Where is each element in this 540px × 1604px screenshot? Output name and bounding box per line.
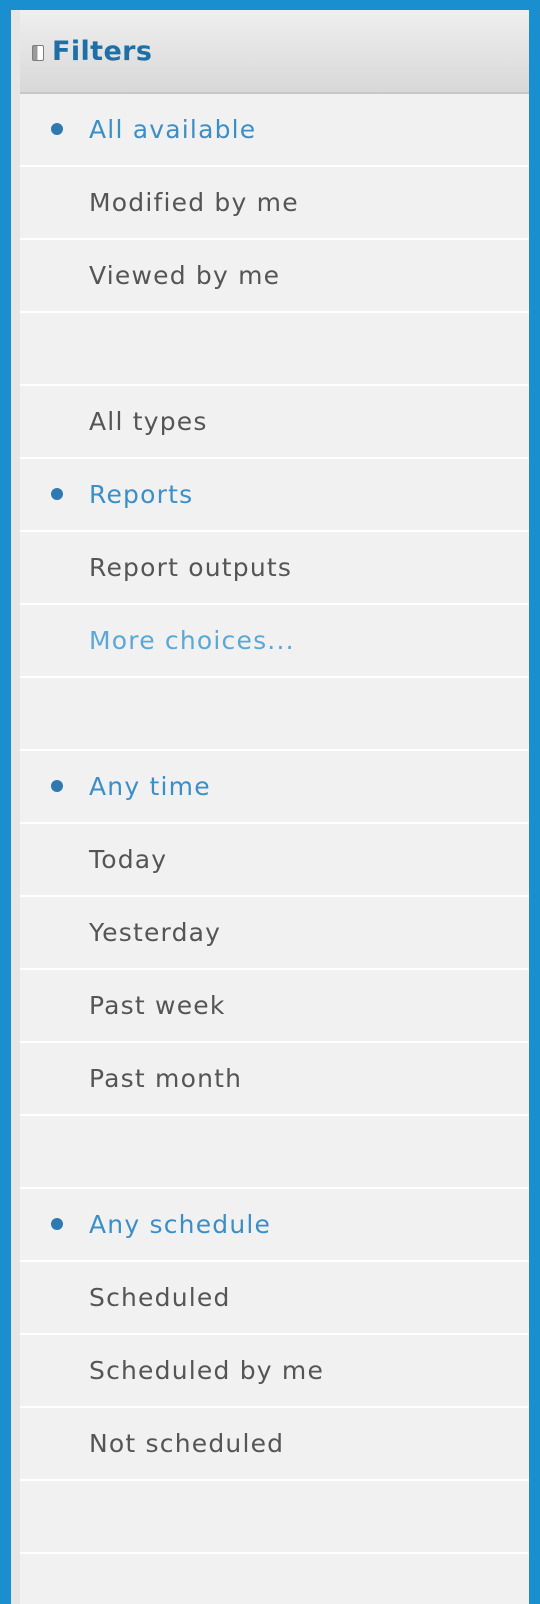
filter-label: Past week [89,991,226,1020]
filter-label: Report outputs [89,553,293,582]
filter-not-scheduled[interactable]: Not scheduled [20,1408,529,1481]
group-separator [20,1481,529,1554]
filter-label: Scheduled by me [89,1356,325,1385]
filter-any-time[interactable]: Any time [20,751,529,824]
filters-title: Filters [52,35,153,67]
filter-modified-by-me[interactable]: Modified by me [20,167,529,240]
selected-bullet-icon [51,122,63,135]
filter-label: Reports [89,480,194,509]
filter-label: Viewed by me [89,261,281,290]
filter-list: All available Modified by me Viewed by m… [20,94,529,1554]
selected-bullet-icon [51,779,63,792]
filter-label: Today [89,845,168,874]
filter-label: Yesterday [89,918,222,947]
filter-scheduled[interactable]: Scheduled [20,1262,529,1335]
filter-more-choices-link[interactable]: More choices... [20,605,529,678]
selected-bullet-icon [51,1217,63,1230]
filter-scheduled-by-me[interactable]: Scheduled by me [20,1335,529,1408]
filter-all-available[interactable]: All available [20,94,529,167]
filter-report-outputs[interactable]: Report outputs [20,532,529,605]
filter-label: Modified by me [89,188,299,217]
filters-header[interactable]: Filters [20,10,529,94]
filters-panel: Filters All available Modified by me Vie… [11,10,529,1604]
filter-yesterday[interactable]: Yesterday [20,897,529,970]
filter-label: Any schedule [89,1210,272,1239]
filter-label: Any time [89,772,211,801]
selected-bullet-icon [51,487,63,500]
filter-label: More choices... [89,626,295,655]
filter-any-schedule[interactable]: Any schedule [20,1189,529,1262]
filter-label: Past month [89,1064,243,1093]
group-separator [20,1116,529,1189]
filter-today[interactable]: Today [20,824,529,897]
group-separator [20,313,529,386]
panel-collapse-icon[interactable] [32,44,44,61]
filter-reports[interactable]: Reports [20,459,529,532]
group-separator [20,678,529,751]
filter-label: Scheduled [89,1283,231,1312]
filter-label: All types [89,407,208,436]
filter-past-month[interactable]: Past month [20,1043,529,1116]
filter-past-week[interactable]: Past week [20,970,529,1043]
filters-frame: Filters All available Modified by me Vie… [0,0,540,1604]
filter-label: All available [89,115,257,144]
filter-viewed-by-me[interactable]: Viewed by me [20,240,529,313]
filter-all-types[interactable]: All types [20,386,529,459]
filter-label: Not scheduled [89,1429,285,1458]
